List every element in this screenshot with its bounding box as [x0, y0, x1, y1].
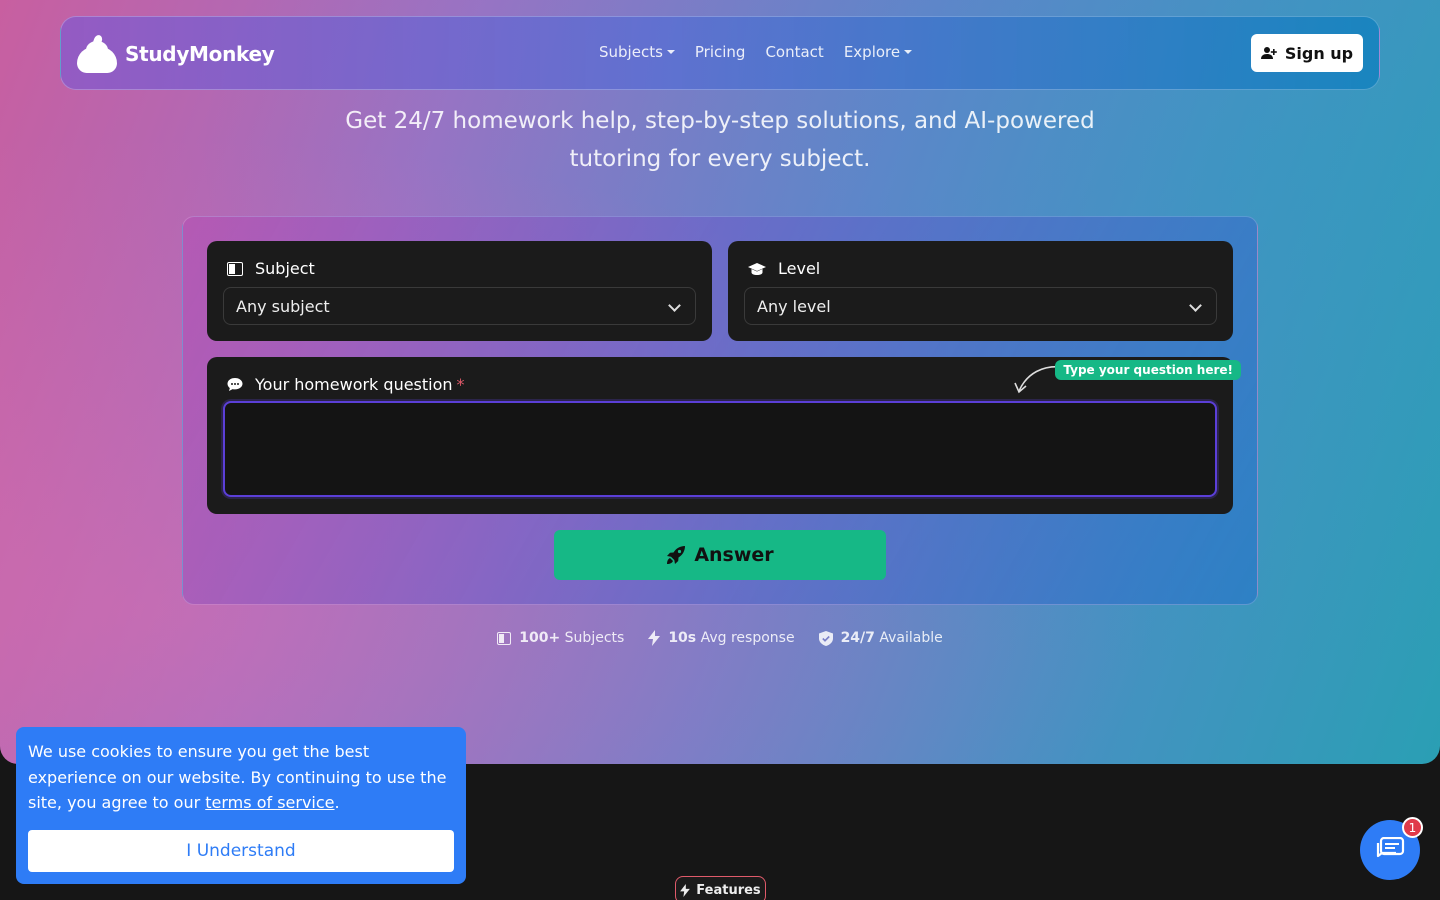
logo-icon — [77, 33, 117, 73]
hero-tagline: Get 24/7 homework help, step-by-step sol… — [0, 102, 1440, 178]
tagline-line-1: Get 24/7 homework help, step-by-step sol… — [345, 108, 1095, 134]
chevron-down-icon — [1189, 299, 1202, 312]
sign-up-label: Sign up — [1284, 43, 1354, 63]
required-asterisk: * — [456, 375, 465, 394]
subject-panel: Subject Any subject — [207, 241, 712, 341]
features-label: Features — [696, 882, 761, 898]
level-label: Level — [778, 259, 821, 278]
homework-form-card: Subject Any subject Level Any level Your… — [182, 216, 1258, 605]
terms-of-service-link[interactable]: terms of service — [205, 793, 334, 812]
book-icon — [227, 261, 243, 276]
lightning-icon — [680, 883, 691, 897]
brand-name: StudyMonkey — [125, 42, 275, 66]
cookie-accept-button[interactable]: I Understand — [28, 830, 454, 872]
nav-links: Subjects Pricing Contact Explore — [599, 43, 912, 61]
answer-label: Answer — [694, 544, 774, 566]
cookie-text: We use cookies to ensure you get the bes… — [28, 742, 447, 812]
cookie-banner: We use cookies to ensure you get the bes… — [16, 727, 466, 884]
subject-label: Subject — [255, 259, 315, 278]
nav-pricing-link[interactable]: Pricing — [695, 43, 746, 61]
brand-logo-link[interactable]: StudyMonkey — [77, 33, 275, 73]
top-navbar: StudyMonkey Subjects Pricing Contact Exp… — [60, 16, 1380, 90]
answer-button[interactable]: Answer — [554, 530, 886, 580]
question-hint-badge: Type your question here! — [1055, 360, 1241, 380]
chevron-down-icon — [668, 299, 681, 312]
lightning-icon — [648, 630, 661, 646]
stat-response: 10s Avg response — [648, 630, 795, 646]
chat-unread-badge: 1 — [1402, 817, 1423, 838]
features-badge: Features — [675, 876, 766, 900]
subject-select[interactable]: Any subject — [223, 287, 696, 325]
stat-availability: 24/7 Available — [818, 630, 943, 646]
stat-subjects: 100+ Subjects — [497, 630, 624, 646]
question-panel: Your homework question * Type your questi… — [207, 357, 1241, 514]
level-panel: Level Any level — [728, 241, 1233, 341]
shield-check-icon — [818, 630, 833, 646]
chat-icon — [1375, 837, 1405, 863]
question-textarea[interactable] — [223, 401, 1217, 497]
stats-row: 100+ Subjects 10s Avg response 24/7 Avai… — [0, 630, 1440, 646]
tagline-line-2: tutoring for every subject. — [569, 146, 871, 172]
graduation-cap-icon — [748, 262, 766, 276]
sign-up-button[interactable]: Sign up — [1251, 34, 1363, 72]
question-label: Your homework question * — [255, 375, 465, 394]
subject-select-value: Any subject — [236, 296, 330, 316]
nav-explore-dropdown[interactable]: Explore — [844, 43, 912, 61]
user-plus-icon — [1260, 46, 1277, 60]
book-icon — [497, 631, 512, 645]
rocket-icon — [666, 545, 686, 565]
nav-contact-link[interactable]: Contact — [765, 43, 823, 61]
speech-bubble-icon — [227, 377, 243, 392]
level-select-value: Any level — [757, 296, 831, 316]
nav-subjects-dropdown[interactable]: Subjects — [599, 43, 675, 61]
level-select[interactable]: Any level — [744, 287, 1217, 325]
